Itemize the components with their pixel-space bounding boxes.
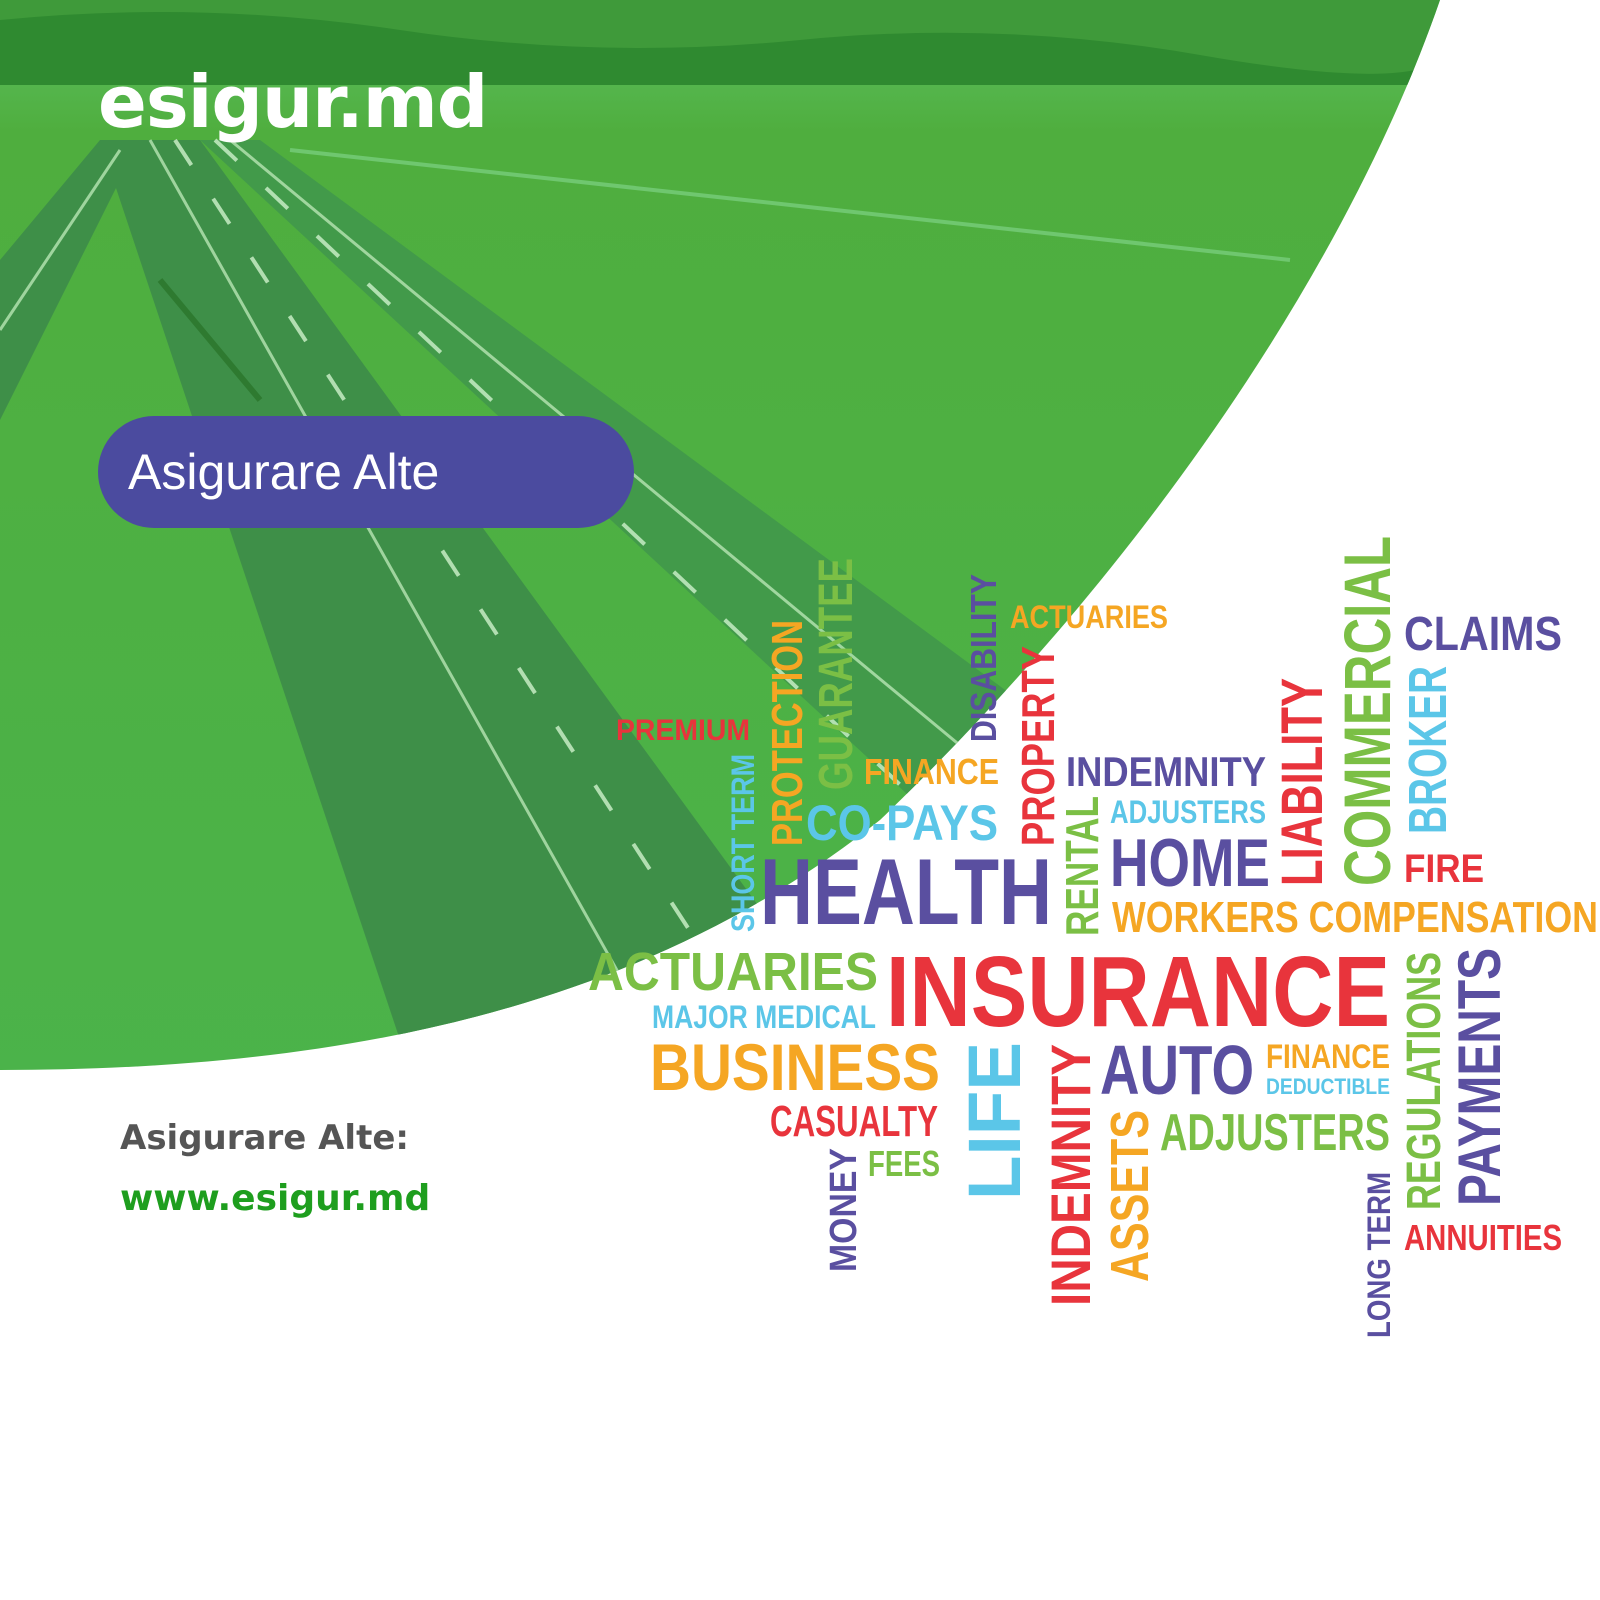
word-fees: FEES	[868, 1143, 940, 1184]
word-annuities: ANNUITIES	[1404, 1217, 1562, 1258]
word-liability: LIABILITY	[1270, 678, 1335, 886]
word-home: HOME	[1110, 825, 1270, 901]
word-long-term: LONG TERM	[1361, 1172, 1397, 1338]
word-finance: FINANCE	[864, 751, 999, 792]
word-protection: PROTECTION	[763, 620, 812, 846]
word-workers-compensation: WORKERS COMPENSATION	[1112, 893, 1598, 942]
word-fire: FIRE	[1404, 847, 1484, 891]
word-commercial: COMMERCIAL	[1330, 536, 1404, 886]
word-life: LIFE	[953, 1042, 1036, 1200]
word-payments: PAYMENTS	[1446, 948, 1513, 1206]
word-premium: PREMIUM	[616, 714, 750, 747]
word-money: MONEY	[823, 1148, 865, 1272]
word-casualty: CASUALTY	[770, 1097, 938, 1146]
word-assets: ASSETS	[1100, 1110, 1160, 1282]
word-actuaries-top: ACTUARIES	[1010, 599, 1168, 635]
word-actuaries-green: ACTUARIES	[588, 942, 878, 1002]
word-regulations: REGULATIONS	[1398, 952, 1451, 1210]
word-short-term: SHORT TERM	[725, 754, 761, 932]
word-rental: RENTAL	[1056, 796, 1108, 936]
word-indemnity: INDEMNITY	[1066, 748, 1266, 795]
promo-banner: esigur.md Asigurare Alte Asigurare Alte:…	[0, 0, 1600, 1600]
word-deductible: DEDUCTIBLE	[1266, 1074, 1390, 1099]
insurance-word-cloud: PREMIUM ACTUARIES FINANCE INDEMNITY CO-P…	[588, 536, 1598, 1338]
word-finance-small: FINANCE	[1266, 1038, 1390, 1076]
word-adjusters-green: ADJUSTERS	[1160, 1104, 1390, 1162]
word-business: BUSINESS	[650, 1030, 940, 1104]
word-disability: DISABILITY	[963, 574, 1004, 742]
word-health: HEALTH	[760, 839, 1052, 944]
word-indemnity-red: INDEMNITY	[1039, 1044, 1102, 1306]
word-guarantee: GUARANTEE	[810, 558, 863, 790]
word-auto: AUTO	[1100, 1031, 1254, 1109]
word-claims: CLAIMS	[1404, 608, 1562, 661]
word-broker: BROKER	[1398, 666, 1458, 834]
